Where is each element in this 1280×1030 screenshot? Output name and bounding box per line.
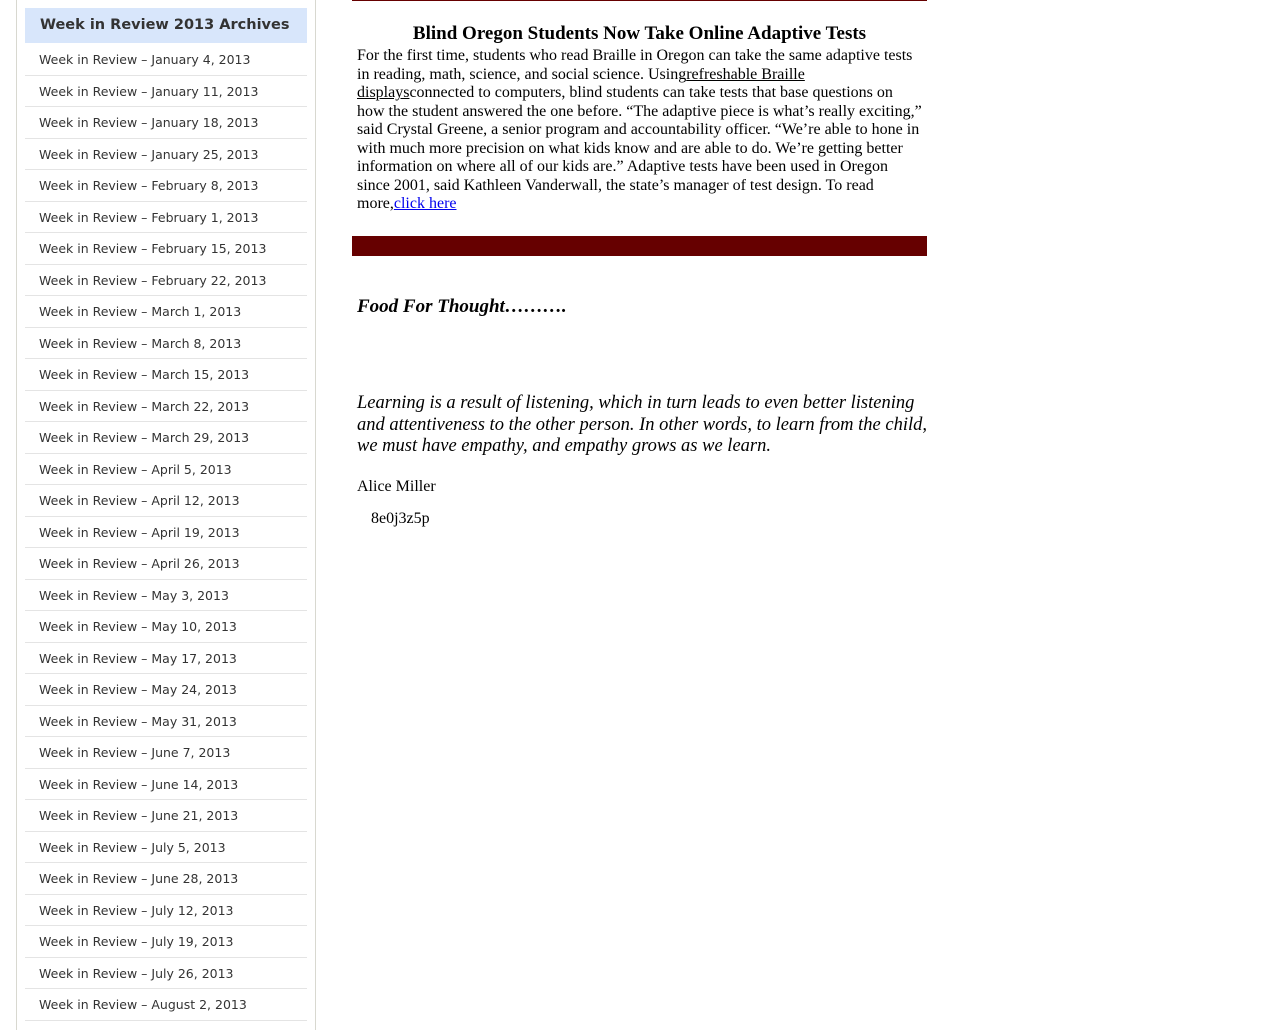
archive-link[interactable]: Week in Review – February 22, 2013 bbox=[25, 265, 307, 296]
archive-link[interactable]: Week in Review – March 8, 2013 bbox=[25, 328, 307, 359]
image-alt-text: 8e0j3z5p bbox=[371, 510, 430, 527]
archive-link[interactable]: Week in Review – June 14, 2013 bbox=[25, 769, 307, 800]
article-title: Blind Oregon Students Now Take Online Ad… bbox=[412, 23, 867, 44]
archive-link[interactable]: Week in Review – May 3, 2013 bbox=[25, 580, 307, 611]
archive-link[interactable]: Week in Review – January 18, 2013 bbox=[25, 107, 307, 139]
archive-link[interactable]: Week in Review – May 31, 2013 bbox=[25, 706, 307, 737]
section-divider-bar bbox=[352, 236, 927, 256]
broken-image-icon bbox=[357, 507, 371, 523]
archive-link[interactable]: Week in Review – July 12, 2013 bbox=[25, 895, 307, 926]
quote: Learning is a result of listening, which… bbox=[357, 393, 928, 456]
archive-link[interactable]: Week in Review – January 25, 2013 bbox=[25, 139, 307, 170]
archive-link[interactable]: Week in Review – May 10, 2013 bbox=[25, 611, 307, 643]
archive-link[interactable]: Week in Review – January 4, 2013 bbox=[25, 44, 307, 76]
archive-link[interactable]: Week in Review – June 7, 2013 bbox=[25, 737, 307, 769]
archive-link[interactable]: Week in Review – March 1, 2013 bbox=[25, 296, 307, 328]
archive-link[interactable]: Week in Review – July 26, 2013 bbox=[25, 958, 307, 989]
archive-link[interactable]: Week in Review – May 24, 2013 bbox=[25, 674, 307, 706]
archive-link[interactable]: Week in Review – April 12, 2013 bbox=[25, 485, 307, 517]
archive-link[interactable]: Week in Review – July 5, 2013 bbox=[25, 832, 307, 863]
archive-link[interactable]: Week in Review – April 26, 2013 bbox=[25, 548, 307, 580]
archives-title: Week in Review 2013 Archives bbox=[25, 8, 307, 43]
archive-link[interactable]: Week in Review – June 28, 2013 bbox=[25, 863, 307, 895]
archives-list: Week in Review – January 4, 2013 Week in … bbox=[25, 44, 307, 1021]
archive-link[interactable]: Week in Review – March 22, 2013 bbox=[25, 391, 307, 422]
quote-author: Alice Miller bbox=[357, 478, 436, 495]
article-text: connected to computers, blind students c… bbox=[357, 84, 922, 212]
archive-link[interactable]: Week in Review – July 19, 2013 bbox=[25, 926, 307, 958]
main-content: Blind Oregon Students Now Take Online Ad… bbox=[352, 0, 927, 527]
archive-link[interactable]: Week in Review – February 8, 2013 bbox=[25, 170, 307, 202]
click-here-link[interactable]: click here bbox=[394, 195, 457, 212]
archives-sidebar: Week in Review 2013 Archives Week in Rev… bbox=[16, 0, 316, 1030]
archive-link[interactable]: Week in Review – February 1, 2013 bbox=[25, 202, 307, 233]
archive-link[interactable]: Week in Review – August 2, 2013 bbox=[25, 989, 307, 1021]
divider bbox=[352, 0, 927, 1]
article-body: For the first time, students who read Br… bbox=[357, 47, 922, 214]
archive-link[interactable]: Week in Review – March 15, 2013 bbox=[25, 359, 307, 391]
archive-link[interactable]: Week in Review – March 29, 2013 bbox=[25, 422, 307, 454]
archive-link[interactable]: Week in Review – January 11, 2013 bbox=[25, 76, 307, 107]
archive-link[interactable]: Week in Review – May 17, 2013 bbox=[25, 643, 307, 674]
archive-link[interactable]: Week in Review – April 5, 2013 bbox=[25, 454, 307, 485]
article-text: For the first time, students who read Br… bbox=[357, 47, 913, 83]
archive-link[interactable]: Week in Review – June 21, 2013 bbox=[25, 800, 307, 832]
archive-link[interactable]: Week in Review – February 15, 2013 bbox=[25, 233, 307, 265]
archive-link[interactable]: Week in Review – April 19, 2013 bbox=[25, 517, 307, 548]
food-for-thought-heading: Food For Thought………. bbox=[357, 296, 567, 317]
broken-image: 8e0j3z5p bbox=[357, 507, 430, 528]
